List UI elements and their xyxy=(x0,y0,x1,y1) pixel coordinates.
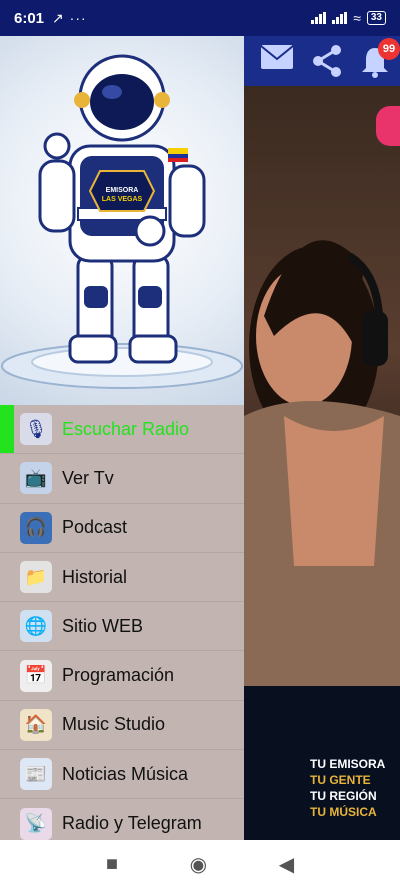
station-line-1: EMISORA xyxy=(105,187,139,194)
signal-icon xyxy=(311,12,327,24)
clock: 6:01 xyxy=(14,9,45,27)
menu-item-3[interactable]: 📁 Historial xyxy=(0,553,244,603)
notification-icons: ↗ ··· xyxy=(52,9,87,26)
drawer-menu: 🎙 Escuchar Radio 📺 Ver Tv 🎧 Podcast 📁 Historial… xyxy=(0,405,244,840)
menu-item-6[interactable]: 🏠 Music Studio xyxy=(0,701,244,751)
menu-item-7[interactable]: 📰 Noticias Música xyxy=(0,750,244,800)
menu-item-0[interactable]: 🎙 Escuchar Radio xyxy=(0,405,244,455)
telegram-icon: 📡 xyxy=(20,807,52,840)
background-photo xyxy=(244,86,400,840)
app-toolbar: 99 xyxy=(244,36,400,86)
notification-badge: 99 xyxy=(378,38,400,60)
menu-item-label: Ver Tv xyxy=(62,467,114,488)
promo-line-2: TU GENTE xyxy=(310,773,371,787)
tv-icon: 📺 xyxy=(20,462,52,495)
www-icon: 🌐 xyxy=(20,610,52,643)
menu-item-label: Historial xyxy=(62,566,128,587)
status-right: ≈ 33 xyxy=(311,10,386,26)
station-line-2: LAS VEGAS xyxy=(101,196,143,203)
back-button[interactable]: ◀ xyxy=(279,852,294,877)
navigation-drawer: EMISORA LAS VEGAS 🎙 Escuchar Radio 📺 Ver Tv… xyxy=(0,36,244,840)
menu-item-8[interactable]: 📡 Radio y Telegram xyxy=(0,799,244,840)
promo-line-3: TU REGIÓN xyxy=(310,789,377,803)
status-bar: 6:01 ↗ ··· ≈ 33 xyxy=(0,0,400,36)
mail-icon[interactable] xyxy=(260,44,294,78)
promo-line-4: TU MÚSICA xyxy=(310,805,377,819)
recents-button[interactable]: ■ xyxy=(106,853,118,876)
share-icon[interactable] xyxy=(310,44,344,86)
news-icon: 📰 xyxy=(20,758,52,791)
menu-item-4[interactable]: 🌐 Sitio WEB xyxy=(0,602,244,652)
promo-text: TU EMISORA TU GENTE TU REGIÓN TU MÚSICA xyxy=(310,756,385,820)
menu-item-label: Podcast xyxy=(62,517,128,538)
station-badge-text: EMISORA LAS VEGAS xyxy=(90,186,154,204)
astronaut-mascot-image xyxy=(1,54,243,389)
menu-item-label: Radio y Telegram xyxy=(62,813,202,834)
on-air-icon: 🎙 xyxy=(20,413,52,446)
signal-icon-2 xyxy=(332,12,348,24)
calendar-icon: 📅 xyxy=(20,659,52,692)
podcast-icon: 🎧 xyxy=(20,511,52,544)
promo-line-1: TU EMISORA xyxy=(310,757,386,771)
menu-item-label: Sitio WEB xyxy=(62,615,144,636)
menu-item-2[interactable]: 🎧 Podcast xyxy=(0,504,244,553)
wifi-icon: ≈ xyxy=(353,10,361,26)
music-studio-icon: 🏠 xyxy=(20,708,52,741)
menu-item-5[interactable]: 📅 Programación xyxy=(0,651,244,701)
battery-indicator: 33 xyxy=(366,11,386,25)
menu-item-label: Noticias Música xyxy=(62,763,189,784)
menu-item-label: Music Studio xyxy=(62,714,166,735)
home-button[interactable]: ◉ xyxy=(190,852,207,877)
history-icon: 📁 xyxy=(20,561,52,594)
drawer-header: EMISORA LAS VEGAS xyxy=(0,36,244,405)
floating-action-button[interactable] xyxy=(376,106,400,146)
menu-item-1[interactable]: 📺 Ver Tv xyxy=(0,454,244,504)
menu-item-label: Programación xyxy=(62,665,175,686)
system-nav-bar: ■ ◉ ◀ xyxy=(0,840,400,889)
menu-item-label: Escuchar Radio xyxy=(62,418,190,439)
